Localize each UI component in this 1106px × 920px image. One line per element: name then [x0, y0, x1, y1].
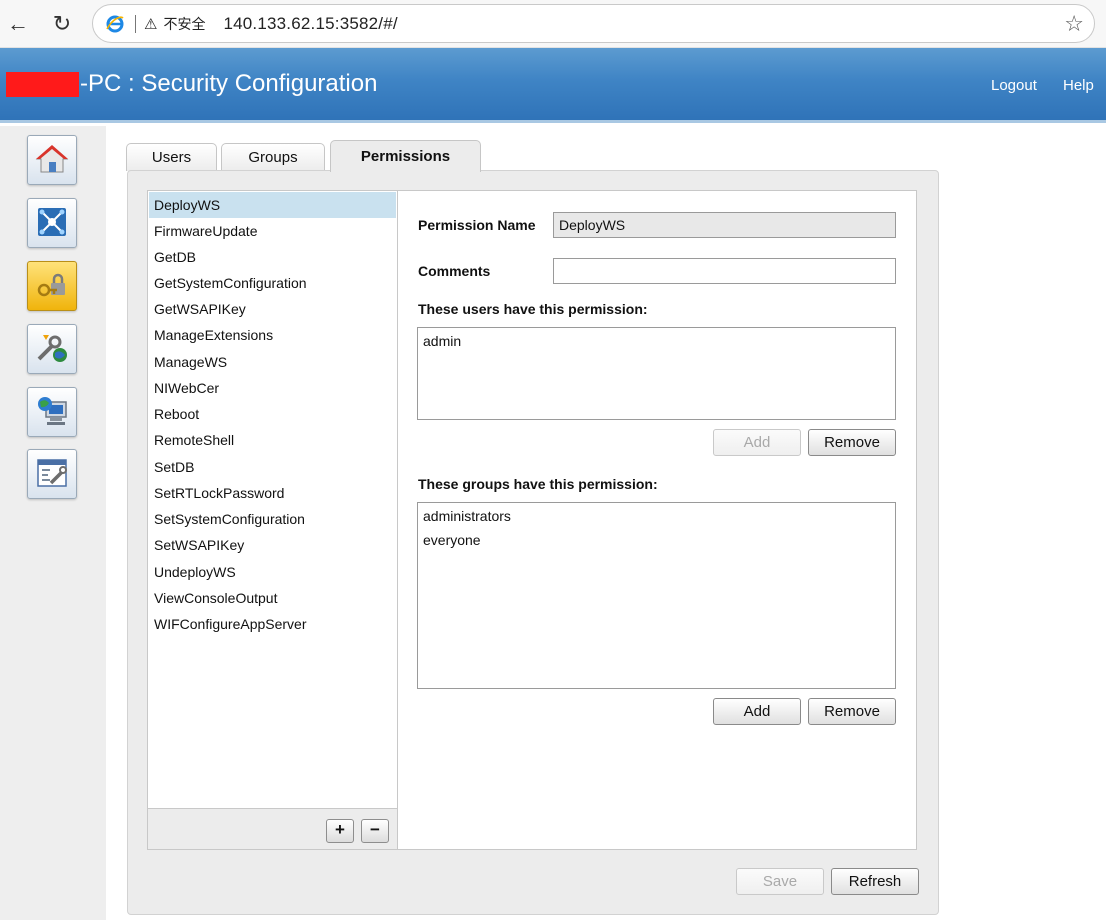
sidebar-item-web-server[interactable] — [27, 387, 77, 437]
list-item[interactable]: ViewConsoleOutput — [149, 585, 396, 611]
tab-users[interactable]: Users — [126, 143, 217, 171]
group-item[interactable]: administrators — [423, 507, 890, 531]
list-item[interactable]: DeployWS — [149, 192, 396, 218]
permission-list: DeployWS FirmwareUpdate GetDB GetSystemC… — [147, 190, 398, 850]
warning-triangle-icon[interactable]: ⚠ — [144, 15, 157, 33]
back-arrow-icon[interactable]: ← — [2, 8, 34, 40]
list-item[interactable]: FirmwareUpdate — [149, 218, 396, 244]
web-server-icon — [35, 394, 69, 431]
users-heading: These users have this permission: — [418, 301, 648, 317]
sidebar-item-network[interactable] — [27, 198, 77, 248]
list-item[interactable]: GetWSAPIKey — [149, 296, 396, 322]
list-item[interactable]: WIFConfigureAppServer — [149, 611, 396, 637]
sidebar-item-software[interactable] — [27, 324, 77, 374]
list-item[interactable]: SetDB — [149, 454, 396, 480]
list-item[interactable]: SetRTLockPassword — [149, 480, 396, 506]
sidebar — [0, 126, 106, 920]
tab-groups[interactable]: Groups — [221, 143, 325, 171]
url-text[interactable]: 140.133.62.15:3582/#/ — [223, 14, 397, 34]
add-permission-button[interactable]: + — [326, 819, 354, 843]
browser-toolbar: ← ↻ ⚠ 不安全 140.133.62.15:3582/#/ ☆ — [0, 0, 1106, 48]
sidebar-item-home[interactable] — [27, 135, 77, 185]
permission-name-label: Permission Name — [418, 217, 536, 233]
remove-permission-button[interactable]: − — [361, 819, 389, 843]
list-item[interactable]: Reboot — [149, 401, 396, 427]
address-bar[interactable]: ⚠ 不安全 140.133.62.15:3582/#/ ☆ — [92, 4, 1095, 43]
remove-user-button[interactable]: Remove — [808, 429, 896, 456]
remove-group-button[interactable]: Remove — [808, 698, 896, 725]
list-item[interactable]: ManageWS — [149, 349, 396, 375]
list-item[interactable]: RemoteShell — [149, 427, 396, 453]
list-item[interactable]: NIWebCer — [149, 375, 396, 401]
page-title: -PC : Security Configuration — [80, 70, 378, 97]
list-item[interactable]: GetDB — [149, 244, 396, 270]
security-status[interactable]: 不安全 — [163, 14, 205, 34]
bookmark-star-icon[interactable]: ☆ — [1064, 11, 1084, 37]
permission-name-field: DeployWS — [553, 212, 896, 238]
list-item[interactable]: SetSystemConfiguration — [149, 506, 396, 532]
tab-permissions[interactable]: Permissions — [330, 140, 481, 172]
list-item[interactable]: UndeployWS — [149, 559, 396, 585]
network-icon — [35, 205, 69, 242]
reload-icon[interactable]: ↻ — [46, 8, 78, 40]
home-icon — [35, 142, 69, 179]
add-user-button[interactable]: Add — [713, 429, 801, 456]
comments-field[interactable] — [553, 258, 896, 284]
security-lock-icon — [35, 268, 69, 305]
groups-listbox[interactable]: administrators everyone — [417, 502, 896, 689]
sidebar-item-settings[interactable] — [27, 449, 77, 499]
list-item[interactable]: SetWSAPIKey — [149, 532, 396, 558]
internet-explorer-icon — [105, 14, 125, 34]
user-item[interactable]: admin — [423, 332, 890, 356]
redacted-hostname — [6, 72, 79, 97]
users-listbox[interactable]: admin — [417, 327, 896, 420]
help-link[interactable]: Help — [1063, 77, 1094, 94]
comments-label: Comments — [418, 263, 491, 279]
settings-window-icon — [35, 456, 69, 493]
group-item[interactable]: everyone — [423, 531, 890, 555]
sidebar-item-security[interactable] — [27, 261, 77, 311]
address-separator — [135, 14, 136, 33]
logout-link[interactable]: Logout — [991, 77, 1037, 94]
groups-heading: These groups have this permission: — [418, 476, 658, 492]
app-header: -PC : Security Configuration Logout Help — [0, 48, 1106, 123]
save-button[interactable]: Save — [736, 868, 824, 895]
list-item[interactable]: GetSystemConfiguration — [149, 270, 396, 296]
permission-list-toolbar: + − — [148, 808, 397, 849]
list-item[interactable]: ManageExtensions — [149, 322, 396, 348]
software-tools-icon — [35, 331, 69, 368]
refresh-button[interactable]: Refresh — [831, 868, 919, 895]
add-group-button[interactable]: Add — [713, 698, 801, 725]
